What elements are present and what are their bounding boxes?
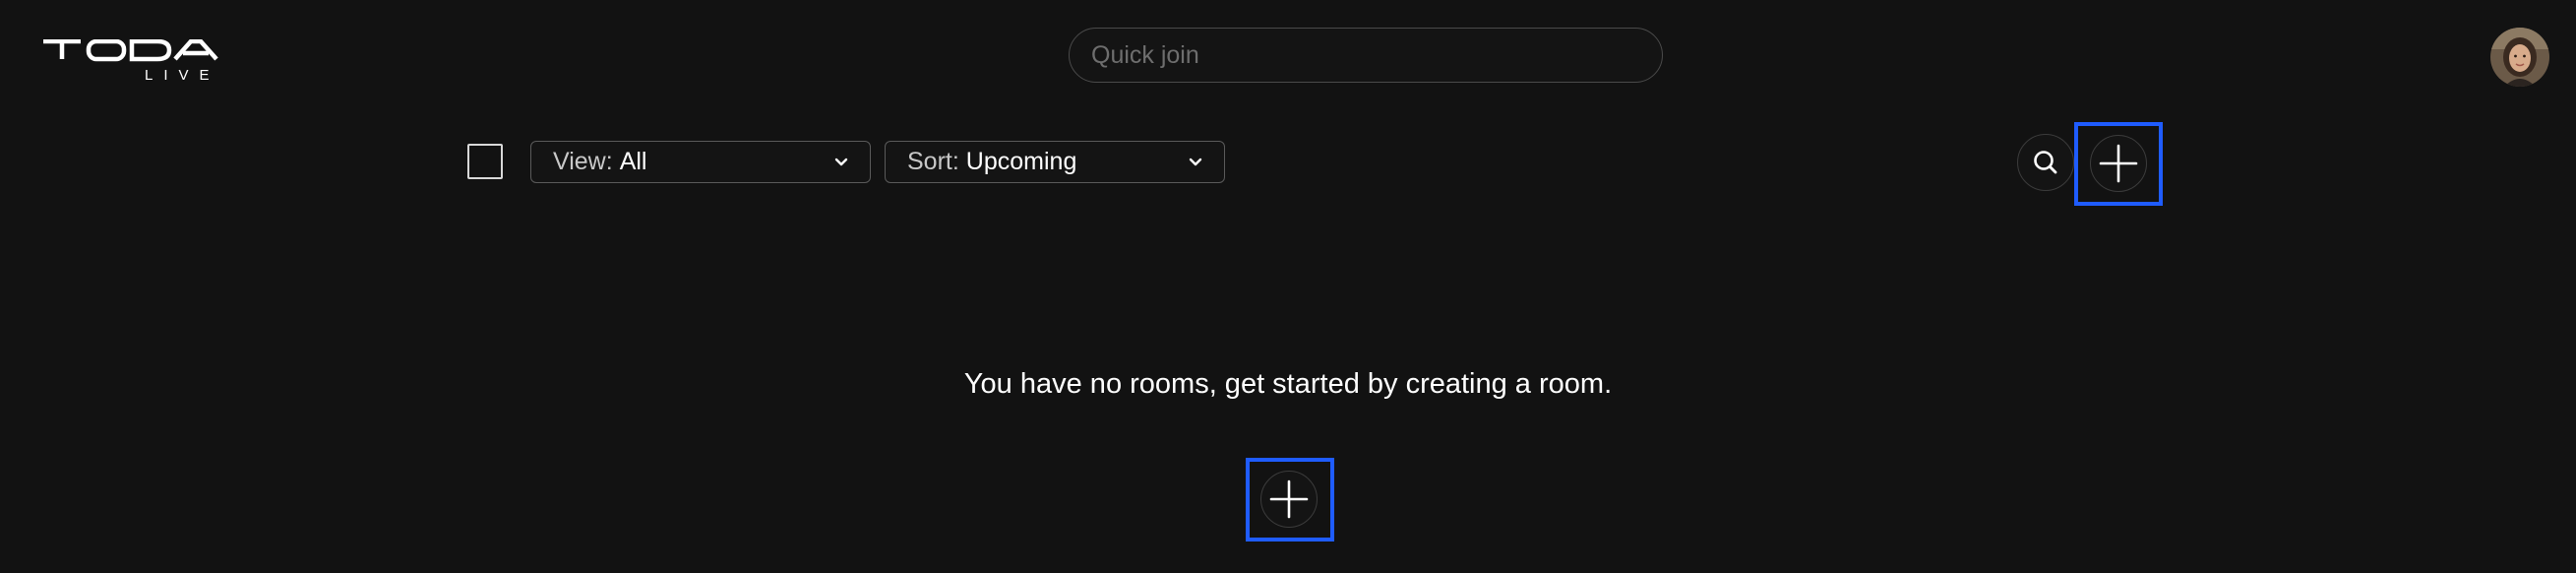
- view-dropdown-prefix: View:: [553, 148, 613, 175]
- sort-dropdown[interactable]: Sort: Upcoming: [885, 141, 1225, 183]
- sort-dropdown-value: Upcoming: [965, 148, 1077, 175]
- add-room-button[interactable]: [2090, 135, 2147, 192]
- chevron-down-icon: [834, 158, 848, 166]
- plus-icon: [1269, 479, 1309, 519]
- select-all-checkbox[interactable]: [467, 144, 503, 179]
- sort-dropdown-prefix: Sort:: [907, 148, 959, 175]
- toda-live-logo[interactable]: LIVE: [41, 39, 238, 83]
- empty-state-message: You have no rooms, get started by creati…: [963, 368, 1613, 400]
- chevron-down-icon: [1189, 158, 1202, 166]
- quick-join-input[interactable]: [1069, 28, 1663, 83]
- view-dropdown[interactable]: View: All: [530, 141, 871, 183]
- logo-subtext: LIVE: [145, 67, 220, 83]
- avatar[interactable]: [2490, 28, 2549, 87]
- app-page: LIVE View: All Sort: Upcoming: [0, 0, 2576, 573]
- user-avatar-icon: [2490, 28, 2549, 87]
- search-button[interactable]: [2017, 134, 2074, 191]
- view-dropdown-value: All: [619, 148, 647, 175]
- logo-graphic: LIVE: [43, 39, 220, 83]
- create-room-button[interactable]: [1260, 471, 1318, 528]
- search-icon: [2034, 151, 2057, 174]
- plus-icon: [2099, 144, 2138, 183]
